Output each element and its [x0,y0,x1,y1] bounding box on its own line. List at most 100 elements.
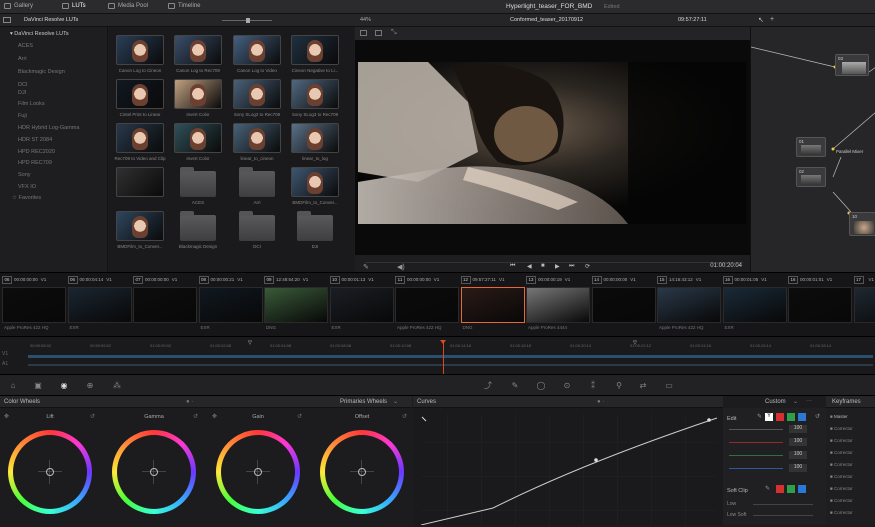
channel-blue-button[interactable] [798,413,806,421]
softclip-red-button[interactable] [776,485,784,493]
lut-thumbnail[interactable] [174,35,222,65]
lut-thumbnail[interactable] [174,123,222,153]
lut-folder[interactable]: DCI [18,82,27,88]
lut-folder-icon[interactable] [180,171,216,197]
playhead[interactable] [443,341,444,375]
channel-green-button[interactable] [787,413,795,421]
lut-folder[interactable]: HDR ST 2084 [18,137,52,143]
lut-thumbnail[interactable] [116,79,164,109]
lut-folder[interactable]: HPD REC2020 [18,149,55,155]
keyframe-track-row[interactable]: ■ Master [830,414,848,419]
panel-toggle-icon[interactable] [3,17,11,23]
rgb-mixer-icon[interactable]: ⊕ [85,381,95,390]
reset-icon[interactable]: ↺ [815,413,820,420]
chevron-down-icon[interactable]: ⌄ [393,398,398,405]
lut-thumbnail[interactable] [233,123,281,153]
keyframe-track-row[interactable]: ■ Corrector [830,426,853,431]
channel-y-button[interactable]: Y [765,413,773,421]
curves-graph[interactable] [413,408,723,525]
window-icon[interactable]: ◯ [536,381,546,390]
intensity-slider-blue[interactable] [729,468,783,469]
lut-thumbnail[interactable] [233,35,281,65]
video-track-bar[interactable] [28,355,873,358]
split-screen-icon[interactable] [375,30,382,36]
gamma-wheel[interactable] [112,430,196,514]
scrub-bar[interactable] [365,262,743,263]
wheel-handle[interactable] [358,468,366,476]
lut-folder[interactable]: Sony [18,172,31,178]
picker-icon[interactable]: ✥ [212,413,217,420]
wheels-mode-select[interactable]: Primaries Wheels [340,399,387,405]
node-02[interactable]: 02 [796,167,826,187]
intensity-slider-y[interactable] [729,429,783,430]
lut-folder-icon[interactable] [239,215,275,241]
clip-thumbnail[interactable] [68,287,132,323]
intensity-value-blue[interactable]: 100 [789,464,807,472]
audio-icon[interactable]: ◀) [397,263,405,271]
keyframe-track-row[interactable]: ■ Corrector [830,450,853,455]
intensity-value-y[interactable]: 100 [789,425,807,433]
blur-icon[interactable]: ⚲ [614,381,624,390]
low-soft-slider[interactable] [753,515,813,516]
keyframe-track-row[interactable]: ■ Corrector [830,462,853,467]
lut-folder[interactable]: Arri [18,56,27,62]
clip-thumbnail[interactable] [330,287,394,323]
playhead-marker-icon[interactable] [440,340,446,344]
pointer-icon[interactable]: ↖ [758,16,764,24]
loop-button[interactable]: ⟳ [585,263,590,270]
node-01[interactable]: 01 [796,137,826,157]
lut-folder[interactable]: DJI [18,90,26,96]
slider-handle[interactable] [246,18,250,23]
lut-thumbnail[interactable] [291,167,339,197]
tracker-icon[interactable]: ⊙ [562,381,572,390]
curves-icon[interactable]: ⤴ [483,381,493,390]
chevron-down-icon[interactable]: ⌄ [793,398,798,405]
keyframe-track-row[interactable]: ■ Corrector [830,486,853,491]
lut-thumbnail[interactable] [174,79,222,109]
lut-folder-icon[interactable] [297,215,333,241]
clip-thumbnail[interactable] [854,287,875,323]
camera-raw-icon[interactable]: ⌂ [8,381,18,390]
play-button[interactable]: ▶ [555,263,560,270]
tab-media-pool[interactable]: Media Pool [108,3,148,9]
clip-thumbnail[interactable] [395,287,459,323]
lut-folder-root[interactable]: ▾ DaVinci Resolve LUTs [10,31,69,37]
key-icon[interactable]: ⇄ [638,381,648,390]
clip-thumbnail[interactable] [723,287,787,323]
clip-thumbnail[interactable] [133,287,197,323]
intensity-slider-green[interactable] [729,455,783,456]
clip-thumbnail[interactable] [592,287,656,323]
viewer-mode-icon[interactable] [360,30,367,36]
node-03[interactable]: 03 [835,54,869,76]
clip-thumbnail[interactable] [264,287,328,323]
magic-mask-icon[interactable]: ⁑ [588,381,598,390]
picker-icon[interactable]: ✥ [4,413,9,420]
lut-folder[interactable]: HPD REC709 [18,160,52,166]
clip-thumbnail[interactable] [199,287,263,323]
curves-mode-select[interactable]: Custom [765,399,786,405]
wheel-handle[interactable] [150,468,158,476]
color-wheels-icon[interactable]: ◉ [59,381,69,390]
intensity-slider-red[interactable] [729,442,783,443]
skip-end-button[interactable]: ⏭ [569,263,574,270]
clip-thumbnail[interactable] [657,287,721,323]
lift-wheel[interactable] [8,430,92,514]
lut-thumbnail[interactable] [116,35,164,65]
lut-folder-favorites[interactable]: ☆ Favorites [12,195,41,201]
reset-offset-icon[interactable]: ↺ [402,413,407,420]
lut-folder[interactable]: Fuji [18,113,27,119]
motion-effects-icon[interactable]: ⁂ [112,381,122,390]
audio-track-bar[interactable] [28,364,873,366]
keyframe-track-row[interactable]: ■ Corrector [830,474,853,479]
lut-folder-icon[interactable] [180,215,216,241]
page-dot-icon[interactable]: ● · [186,399,193,405]
offset-wheel[interactable] [320,430,404,514]
reset-gain-icon[interactable]: ↺ [297,413,302,420]
video-frame[interactable] [358,62,746,224]
softclip-blue-button[interactable] [798,485,806,493]
page-dot-icon[interactable]: ● · [597,399,604,405]
qualifier-icon[interactable]: ✎ [510,381,520,390]
softclip-green-button[interactable] [787,485,795,493]
reset-lift-icon[interactable]: ↺ [90,413,95,420]
link-icon[interactable]: ✎ [765,485,770,492]
